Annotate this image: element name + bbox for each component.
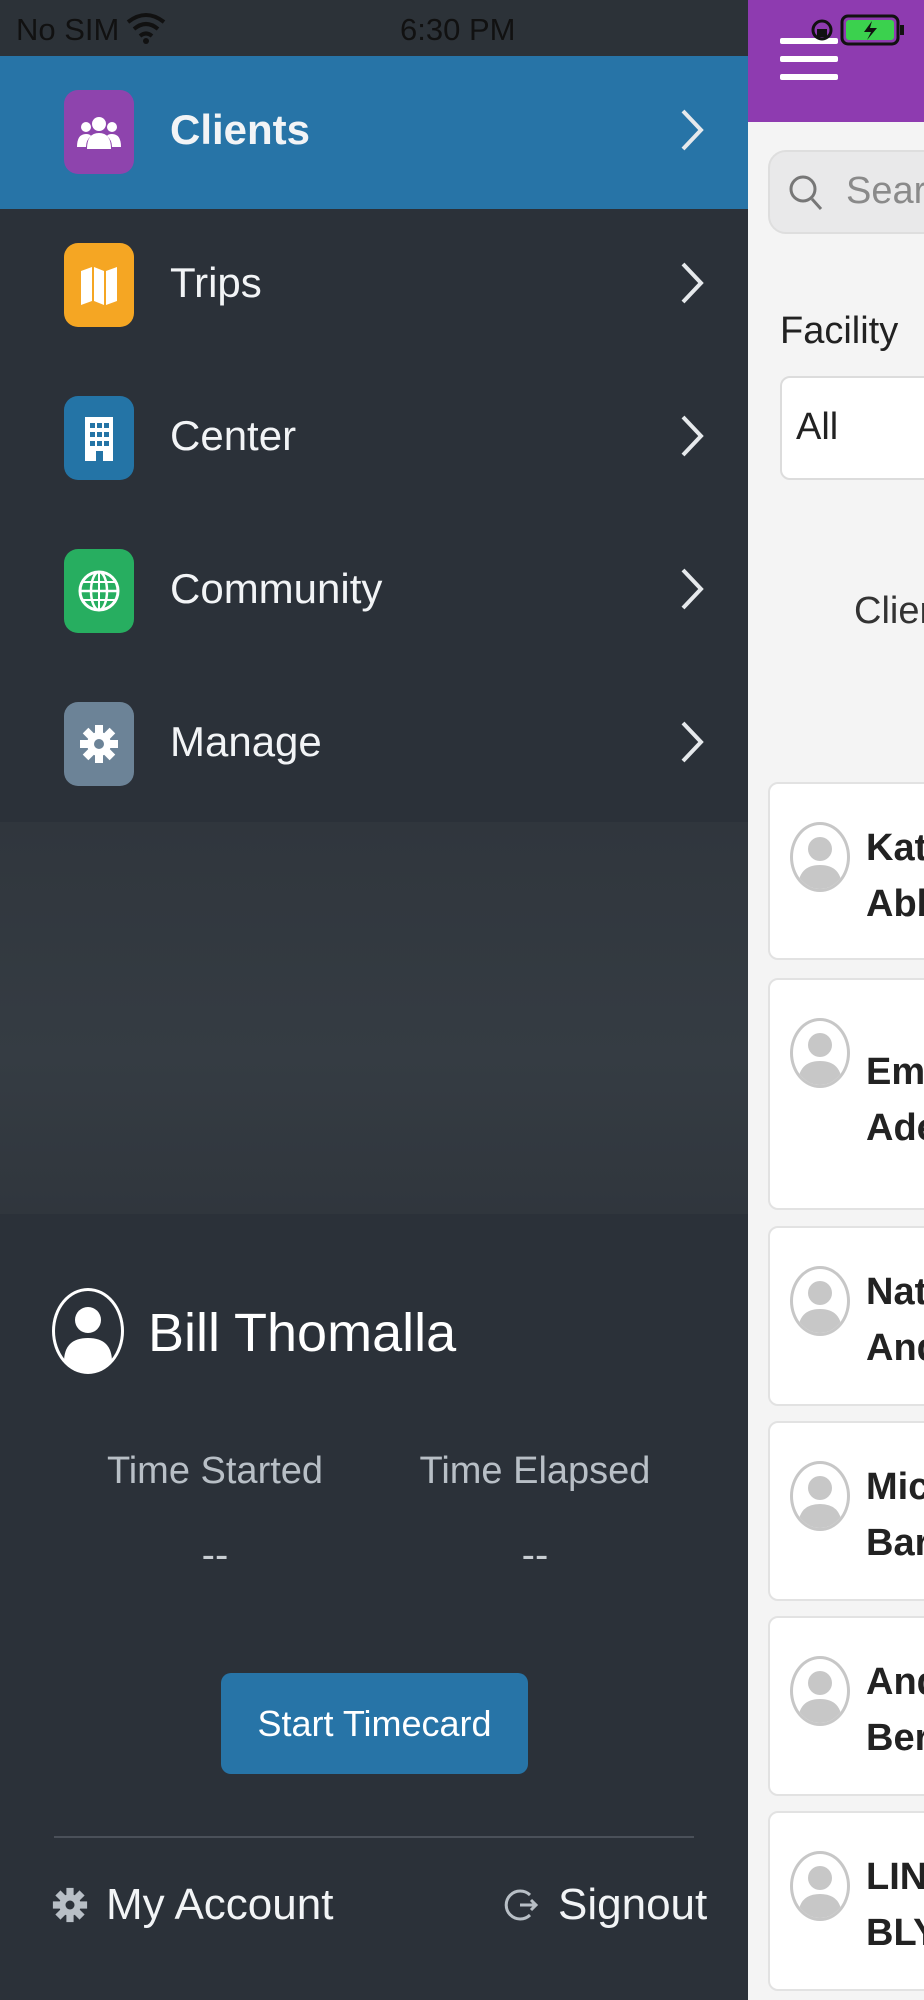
start-timecard-button[interactable]: Start Timecard (221, 1673, 528, 1774)
menu-label-trips: Trips (170, 259, 262, 306)
signout-link[interactable]: Signout (504, 1880, 707, 1930)
client-card[interactable]: Emr Ade (768, 978, 924, 1210)
facility-select[interactable]: All (780, 376, 924, 480)
search-input[interactable]: Search (768, 150, 924, 234)
my-account-label: My Account (106, 1880, 334, 1929)
wifi-icon (126, 13, 166, 44)
time-started: Time Started -- (100, 1450, 330, 1578)
client-last-name: Bar (866, 1522, 924, 1564)
drawer-menu: Clients Trips Center Community Manage (0, 56, 748, 821)
battery-icon (811, 14, 904, 46)
client-avatar-icon (790, 822, 850, 892)
building-icon (64, 396, 134, 480)
client-first-name: And (866, 1661, 924, 1703)
facility-value: All (796, 406, 839, 448)
background-app: Search Facility All Clients Kat Abb Emr … (748, 0, 924, 2000)
client-card[interactable]: Mic Bar (768, 1421, 924, 1601)
time-elapsed: Time Elapsed -- (418, 1450, 652, 1578)
signout-label: Signout (558, 1880, 708, 1929)
user-name: Bill Thomalla (148, 1303, 457, 1363)
client-last-name: Ber (866, 1717, 924, 1759)
map-icon (64, 243, 134, 327)
client-first-name: Nat (866, 1271, 924, 1313)
search-placeholder: Search (846, 170, 924, 212)
menu-item-community[interactable]: Community (0, 515, 748, 668)
client-last-name: BLY (866, 1912, 924, 1954)
carrier-label: No SIM (16, 12, 120, 47)
client-last-name: Abb (866, 883, 924, 925)
client-first-name: LIN (866, 1856, 924, 1898)
gear-icon (52, 1887, 88, 1923)
client-first-name: Emr (866, 1051, 924, 1093)
divider (54, 1836, 694, 1838)
time-elapsed-value: -- (521, 1533, 549, 1577)
client-avatar-icon (790, 1018, 850, 1088)
client-avatar-icon (790, 1461, 850, 1531)
time-elapsed-label: Time Elapsed (419, 1450, 651, 1492)
menu-item-center[interactable]: Center (0, 362, 748, 515)
search-icon (789, 175, 823, 211)
my-account-link[interactable]: My Account (52, 1880, 333, 1930)
client-last-name: And (866, 1327, 924, 1369)
client-first-name: Mic (866, 1466, 924, 1508)
signout-icon (504, 1889, 539, 1921)
client-avatar-icon (790, 1851, 850, 1921)
menu-item-trips[interactable]: Trips (0, 209, 748, 362)
menu-item-clients[interactable]: Clients (0, 56, 748, 209)
client-card[interactable]: Kat Abb (768, 782, 924, 960)
client-first-name: Kat (866, 827, 924, 869)
client-last-name: Ade (866, 1107, 924, 1149)
navigation-drawer: No SIM 6:30 PM Clients Trips Center Comm… (0, 0, 748, 2000)
clients-column-header: Clients (854, 590, 924, 632)
facility-label: Facility (780, 310, 899, 352)
chevron-right-icon (681, 262, 704, 304)
client-card[interactable]: And Ber (768, 1616, 924, 1796)
menu-label-center: Center (170, 412, 297, 459)
time-started-value: -- (201, 1533, 229, 1577)
client-avatar-icon (790, 1266, 850, 1336)
client-card[interactable]: LIN BLY (768, 1811, 924, 1991)
app-header (748, 0, 924, 122)
drawer-spacer (0, 822, 748, 1214)
client-card[interactable]: Nat And (768, 1226, 924, 1406)
globe-icon (64, 549, 134, 633)
chevron-right-icon (681, 415, 704, 457)
clock: 6:30 PM (400, 12, 516, 47)
user-avatar-icon (52, 1288, 124, 1374)
gear-icon (64, 702, 134, 786)
menu-label-clients: Clients (170, 106, 311, 153)
status-bar: No SIM 6:30 PM (0, 0, 748, 56)
clients-icon (64, 90, 134, 174)
chevron-right-icon (681, 721, 704, 763)
time-started-label: Time Started (106, 1450, 324, 1492)
menu-label-community: Community (170, 565, 383, 612)
menu-item-manage[interactable]: Manage (0, 668, 748, 821)
menu-label-manage: Manage (170, 718, 322, 765)
chevron-right-icon (681, 109, 704, 151)
client-avatar-icon (790, 1656, 850, 1726)
chevron-right-icon (681, 568, 704, 610)
